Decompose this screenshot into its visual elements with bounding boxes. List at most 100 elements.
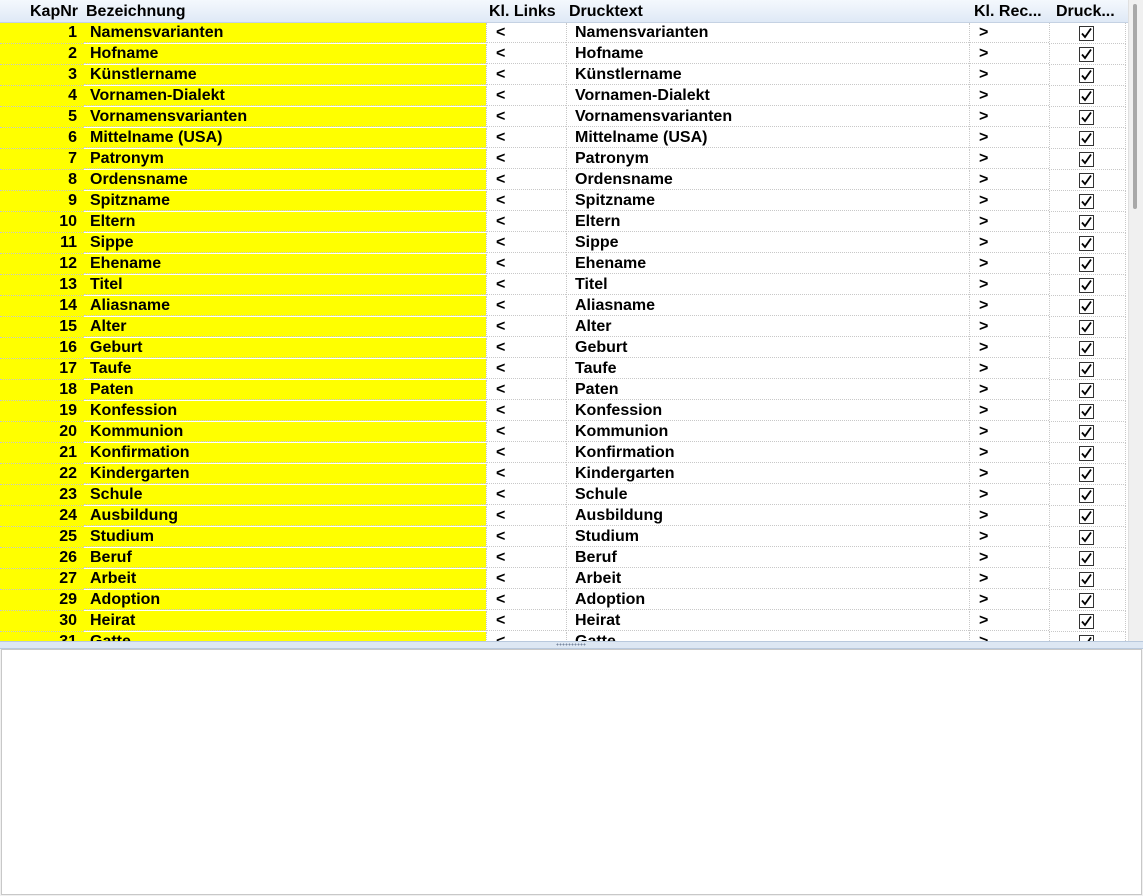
cell-kl-links[interactable]: < xyxy=(486,422,566,442)
table-row[interactable]: 17 Taufe < Taufe > xyxy=(0,359,1128,380)
print-checkbox[interactable] xyxy=(1079,341,1094,356)
cell-kl-rechts[interactable]: > xyxy=(969,170,1049,190)
cell-kl-rechts[interactable]: > xyxy=(969,548,1049,568)
cell-kl-links[interactable]: < xyxy=(486,275,566,295)
cell-kl-rechts[interactable]: > xyxy=(969,401,1049,421)
cell-kl-links[interactable]: < xyxy=(486,317,566,337)
cell-kapnr[interactable]: 21 xyxy=(0,443,84,464)
cell-kapnr[interactable]: 14 xyxy=(0,296,84,317)
cell-drucktext[interactable]: Ordensname xyxy=(566,170,969,190)
cell-drucktext[interactable]: Adoption xyxy=(566,590,969,610)
cell-kl-links[interactable]: < xyxy=(486,359,566,379)
chapter-grid[interactable]: KapNr Bezeichnung Kl. Links Drucktext Kl… xyxy=(0,0,1143,641)
cell-kl-rechts[interactable]: > xyxy=(969,506,1049,526)
cell-bezeichnung[interactable]: Vornamen-Dialekt xyxy=(84,86,486,106)
print-checkbox[interactable] xyxy=(1079,215,1094,230)
cell-bezeichnung[interactable]: Eltern xyxy=(84,212,486,232)
cell-kapnr[interactable]: 13 xyxy=(0,275,84,296)
cell-kl-links[interactable]: < xyxy=(486,506,566,526)
cell-bezeichnung[interactable]: Paten xyxy=(84,380,486,400)
table-row[interactable]: 3 Künstlername < Künstlername > xyxy=(0,65,1128,86)
table-row[interactable]: 16 Geburt < Geburt > xyxy=(0,338,1128,359)
cell-bezeichnung[interactable]: Gatte xyxy=(84,632,486,641)
cell-bezeichnung[interactable]: Adoption xyxy=(84,590,486,610)
cell-drucktext[interactable]: Beruf xyxy=(566,548,969,568)
cell-kapnr[interactable]: 23 xyxy=(0,485,84,506)
scrollbar-thumb[interactable] xyxy=(1133,4,1137,209)
print-checkbox[interactable] xyxy=(1079,467,1094,482)
cell-kapnr[interactable]: 6 xyxy=(0,128,84,149)
cell-kl-rechts[interactable]: > xyxy=(969,107,1049,127)
splitter-grip-icon[interactable] xyxy=(556,643,586,646)
cell-drucktext[interactable]: Ehename xyxy=(566,254,969,274)
print-checkbox[interactable] xyxy=(1079,362,1094,377)
cell-bezeichnung[interactable]: Kindergarten xyxy=(84,464,486,484)
cell-kapnr[interactable]: 19 xyxy=(0,401,84,422)
pane-splitter[interactable] xyxy=(0,641,1143,649)
table-row[interactable]: 2 Hofname < Hofname > xyxy=(0,44,1128,65)
cell-kl-links[interactable]: < xyxy=(486,401,566,421)
cell-kl-rechts[interactable]: > xyxy=(969,527,1049,547)
cell-drucktext[interactable]: Patronym xyxy=(566,149,969,169)
column-header-druck[interactable]: Druck... xyxy=(1056,3,1115,21)
cell-drucktext[interactable]: Taufe xyxy=(566,359,969,379)
print-checkbox[interactable] xyxy=(1079,173,1094,188)
cell-bezeichnung[interactable]: Ordensname xyxy=(84,170,486,190)
cell-drucktext[interactable]: Künstlername xyxy=(566,65,969,85)
table-row[interactable]: 14 Aliasname < Aliasname > xyxy=(0,296,1128,317)
cell-kl-rechts[interactable]: > xyxy=(969,296,1049,316)
cell-kapnr[interactable]: 3 xyxy=(0,65,84,86)
table-row[interactable]: 9 Spitzname < Spitzname > xyxy=(0,191,1128,212)
table-row[interactable]: 7 Patronym < Patronym > xyxy=(0,149,1128,170)
cell-kl-rechts[interactable]: > xyxy=(969,23,1049,43)
cell-kl-rechts[interactable]: > xyxy=(969,632,1049,641)
table-row[interactable]: 26 Beruf < Beruf > xyxy=(0,548,1128,569)
print-checkbox[interactable] xyxy=(1079,299,1094,314)
cell-bezeichnung[interactable]: Ausbildung xyxy=(84,506,486,526)
cell-kapnr[interactable]: 9 xyxy=(0,191,84,212)
cell-bezeichnung[interactable]: Schule xyxy=(84,485,486,505)
cell-drucktext[interactable]: Eltern xyxy=(566,212,969,232)
cell-bezeichnung[interactable]: Aliasname xyxy=(84,296,486,316)
cell-kl-rechts[interactable]: > xyxy=(969,317,1049,337)
cell-kl-rechts[interactable]: > xyxy=(969,149,1049,169)
cell-kapnr[interactable]: 24 xyxy=(0,506,84,527)
cell-drucktext[interactable]: Kommunion xyxy=(566,422,969,442)
cell-kl-links[interactable]: < xyxy=(486,485,566,505)
print-checkbox[interactable] xyxy=(1079,488,1094,503)
cell-kapnr[interactable]: 11 xyxy=(0,233,84,254)
cell-kapnr[interactable]: 12 xyxy=(0,254,84,275)
cell-kapnr[interactable]: 25 xyxy=(0,527,84,548)
cell-bezeichnung[interactable]: Heirat xyxy=(84,611,486,631)
cell-bezeichnung[interactable]: Künstlername xyxy=(84,65,486,85)
cell-drucktext[interactable]: Alter xyxy=(566,317,969,337)
print-checkbox[interactable] xyxy=(1079,509,1094,524)
table-row[interactable]: 24 Ausbildung < Ausbildung > xyxy=(0,506,1128,527)
cell-drucktext[interactable]: Heirat xyxy=(566,611,969,631)
table-row[interactable]: 4 Vornamen-Dialekt < Vornamen-Dialekt > xyxy=(0,86,1128,107)
vertical-scrollbar[interactable] xyxy=(1128,0,1143,641)
print-checkbox[interactable] xyxy=(1079,278,1094,293)
print-checkbox[interactable] xyxy=(1079,26,1094,41)
cell-bezeichnung[interactable]: Patronym xyxy=(84,149,486,169)
cell-kapnr[interactable]: 5 xyxy=(0,107,84,128)
cell-kl-links[interactable]: < xyxy=(486,128,566,148)
cell-kl-links[interactable]: < xyxy=(486,191,566,211)
cell-kapnr[interactable]: 17 xyxy=(0,359,84,380)
cell-kl-rechts[interactable]: > xyxy=(969,86,1049,106)
print-checkbox[interactable] xyxy=(1079,47,1094,62)
print-checkbox[interactable] xyxy=(1079,194,1094,209)
print-checkbox[interactable] xyxy=(1079,572,1094,587)
cell-bezeichnung[interactable]: Ehename xyxy=(84,254,486,274)
print-checkbox[interactable] xyxy=(1079,68,1094,83)
table-row[interactable]: 12 Ehename < Ehename > xyxy=(0,254,1128,275)
cell-drucktext[interactable]: Konfession xyxy=(566,401,969,421)
cell-kl-rechts[interactable]: > xyxy=(969,359,1049,379)
cell-kl-rechts[interactable]: > xyxy=(969,65,1049,85)
cell-kl-links[interactable]: < xyxy=(486,107,566,127)
cell-bezeichnung[interactable]: Spitzname xyxy=(84,191,486,211)
cell-drucktext[interactable]: Ausbildung xyxy=(566,506,969,526)
cell-kapnr[interactable]: 1 xyxy=(0,23,84,44)
cell-kl-rechts[interactable]: > xyxy=(969,338,1049,358)
cell-drucktext[interactable]: Schule xyxy=(566,485,969,505)
